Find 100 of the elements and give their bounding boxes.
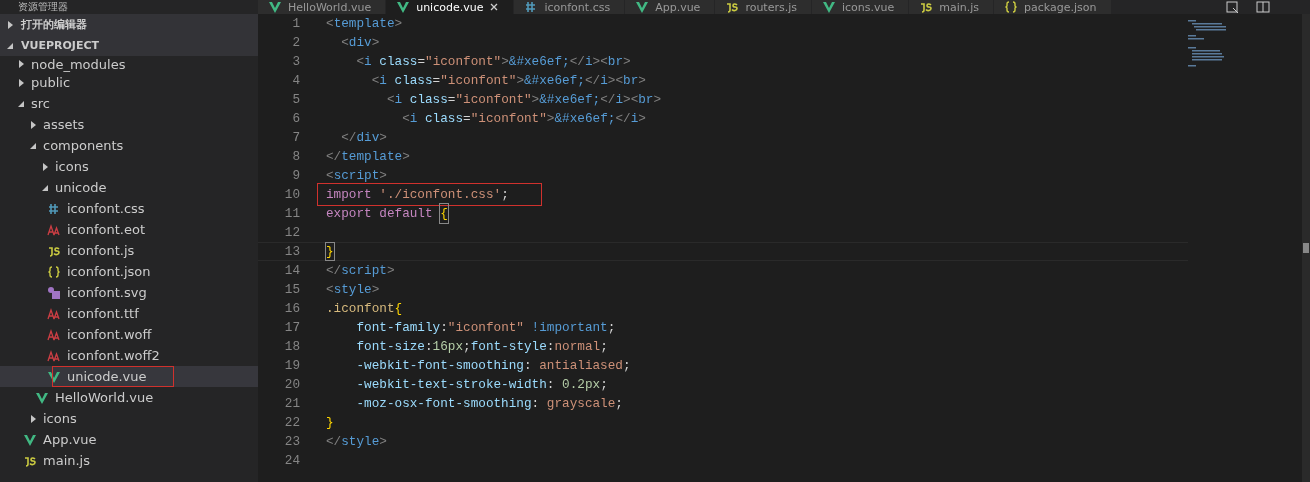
editor-tab[interactable]: routers.js [715, 0, 812, 14]
vue-logo-icon [822, 0, 836, 14]
editor-tab[interactable]: main.js [909, 0, 995, 14]
line-number: 22 [283, 414, 300, 432]
folder-item[interactable]: node_modules [0, 56, 258, 72]
line-number: 12 [283, 224, 300, 242]
line-number: 17 [283, 319, 300, 337]
collapsed-arrow-icon [6, 19, 15, 30]
line-number: 6 [291, 110, 300, 128]
editor-tab[interactable]: icons.vue [812, 0, 910, 14]
code-line: -webkit-text-stroke-width: 0.2px; [355, 376, 608, 394]
shapes-icon [47, 285, 61, 300]
code-line: -webkit-font-smoothing: antialiased; [355, 357, 631, 375]
editor-tab[interactable]: HelloWorld.vue [258, 0, 387, 14]
editor-tab[interactable]: iconfont.css [514, 0, 626, 14]
code-line: <div> [340, 34, 380, 52]
file-item[interactable]: iconfont.css [0, 198, 258, 219]
file-item[interactable]: main.js [0, 450, 258, 471]
folder-item[interactable]: icons [0, 156, 258, 177]
folder-item[interactable]: unicode [0, 177, 258, 198]
scrollbar[interactable] [1302, 14, 1310, 482]
collapsed-arrow-icon [41, 161, 50, 172]
folder-item[interactable]: components [0, 135, 258, 156]
font-file-icon [47, 306, 61, 321]
code-line: .iconfont{ [326, 300, 403, 318]
code-line: } [326, 414, 334, 432]
code-line: </div> [340, 129, 387, 147]
folder-item[interactable]: assets [0, 114, 258, 135]
panel-title: 资源管理器 [17, 0, 69, 14]
section-header[interactable]: 打开的编辑器 [0, 14, 258, 35]
line-number: 21 [283, 395, 300, 413]
vue-logo-icon [23, 432, 37, 447]
code-line: <template> [326, 15, 403, 33]
code-line: <i class="iconfont">&#xe6ef;</i><br> [370, 72, 646, 90]
code-line: font-family:"iconfont" !important; [355, 319, 616, 337]
code-line: <i class="iconfont">&#xe6ef;</i><br> [385, 91, 662, 109]
code-line: <style> [326, 281, 380, 299]
file-item[interactable]: iconfont.js [0, 240, 258, 261]
vue-logo-icon [635, 0, 650, 14]
file-item[interactable]: iconfont.json [0, 261, 258, 282]
code-line: </template> [326, 148, 410, 166]
editor-tab[interactable]: package.json [994, 0, 1112, 14]
font-file-icon [47, 348, 61, 363]
highlight-frame: unicode.vue [53, 367, 173, 386]
file-item[interactable]: App.vue [0, 429, 258, 450]
code-line: export default { [326, 204, 448, 223]
code-line: </script> [326, 262, 395, 280]
file-item[interactable]: iconfont.woff2 [0, 345, 258, 366]
line-number: 16 [283, 300, 300, 318]
font-file-icon [47, 222, 61, 237]
file-item[interactable]: iconfont.eot [0, 219, 258, 240]
split-editor-icon [1256, 0, 1270, 14]
line-number: 5 [291, 91, 300, 109]
file-item[interactable]: HelloWorld.vue [0, 387, 258, 408]
line-number: 13 [283, 243, 300, 260]
line-number: 10 [283, 186, 300, 204]
js-icon [919, 0, 934, 14]
code-line: <i class="iconfont">&#xe6ef;</i> [401, 110, 646, 128]
braces-icon [1004, 0, 1019, 14]
font-file-icon [47, 327, 61, 342]
close-icon [489, 2, 500, 12]
collapsed-arrow-icon [17, 77, 26, 88]
code-line: <i class="iconfont">&#xe6ef;</i><br> [355, 53, 631, 71]
folder-item[interactable]: icons [0, 408, 258, 429]
line-number: 3 [291, 53, 300, 71]
vue-logo-icon [47, 369, 61, 384]
line-number: 7 [291, 129, 300, 147]
line-number: 1 [291, 15, 300, 33]
line-number: 9 [291, 167, 300, 185]
editor-tab[interactable]: unicode.vue [386, 0, 515, 14]
line-number: 23 [283, 433, 300, 451]
file-item[interactable]: iconfont.svg [0, 282, 258, 303]
vue-logo-icon [35, 390, 49, 405]
line-number: 8 [291, 148, 300, 166]
line-number: 2 [291, 34, 300, 52]
file-item[interactable]: iconfont.woff [0, 324, 258, 345]
collapsed-arrow-icon [29, 119, 38, 130]
code-line: </style> [326, 433, 387, 451]
editor-tab[interactable]: App.vue [625, 0, 716, 14]
vue-logo-icon [268, 0, 282, 14]
hash-icon [47, 201, 61, 216]
collapsed-arrow-icon [29, 413, 38, 424]
line-number: 18 [283, 338, 300, 356]
section-header[interactable]: VUEPROJECT [0, 35, 258, 56]
code-line: } [326, 243, 334, 260]
line-number: 19 [283, 357, 300, 375]
line-number: 4 [291, 72, 300, 90]
folder-item[interactable]: src [0, 93, 258, 114]
vue-logo-icon [396, 0, 411, 14]
file-item[interactable]: iconfont.ttf [0, 303, 258, 324]
collapsed-arrow-icon [17, 59, 26, 69]
line-number: 20 [283, 376, 300, 394]
code-line: font-size:16px;font-style:normal; [355, 338, 608, 356]
file-item[interactable]: unicode.vue [0, 366, 258, 387]
line-number: 14 [283, 262, 300, 280]
open-preview-icon [1226, 0, 1240, 14]
folder-item[interactable]: public [0, 72, 258, 93]
code-line: <script> [326, 167, 387, 185]
braces-icon [47, 264, 61, 279]
code-line: -moz-osx-font-smoothing: grayscale; [355, 395, 623, 413]
